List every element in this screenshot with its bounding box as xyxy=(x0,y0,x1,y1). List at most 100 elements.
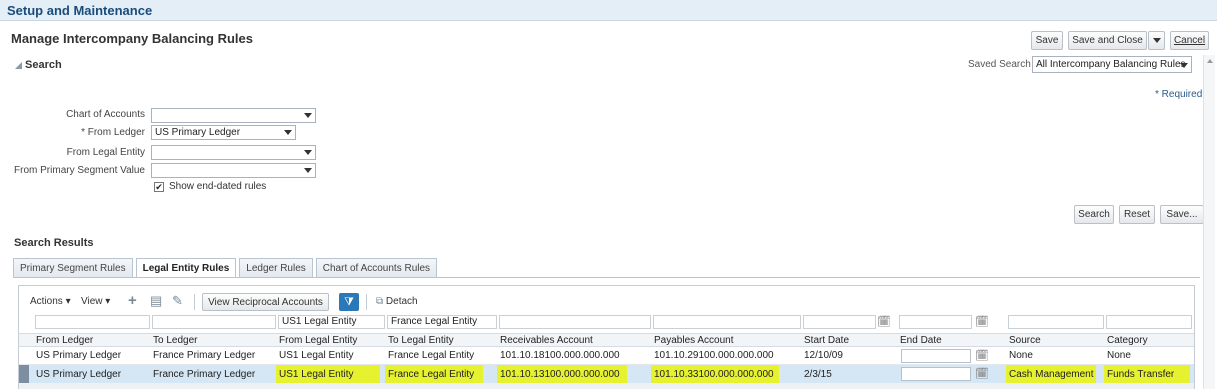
col-from-ledger[interactable]: From Ledger xyxy=(33,335,93,346)
search-section-toggle[interactable]: Search xyxy=(15,59,62,71)
table-row[interactable]: US Primary Ledger France Primary Ledger … xyxy=(19,347,1194,365)
view-menu[interactable]: View ▾ xyxy=(81,296,110,307)
cell-receivables-account: 101.10.13100.000.000.000 xyxy=(497,365,627,383)
from-ledger-select[interactable]: US Primary Ledger xyxy=(151,125,296,140)
col-start-date[interactable]: Start Date xyxy=(801,335,849,346)
chart-of-accounts-select[interactable] xyxy=(151,108,316,123)
from-legal-entity-select[interactable] xyxy=(151,145,316,160)
reset-button[interactable]: Reset xyxy=(1119,205,1155,224)
cell-start-date: 2/3/15 xyxy=(804,368,832,380)
filter-from-legal-entity[interactable]: US1 Legal Entity xyxy=(278,315,385,329)
detach-label: Detach xyxy=(385,296,418,307)
tab-ledger-rules[interactable]: Ledger Rules xyxy=(239,258,313,278)
edit-record-icon[interactable]: ▤ xyxy=(150,293,162,309)
show-end-dated-checkbox[interactable]: ✔ xyxy=(154,181,164,192)
save-options-dropdown[interactable] xyxy=(1148,31,1165,50)
cell-from-legal-entity: US1 Legal Entity xyxy=(279,350,354,361)
filter-payables[interactable] xyxy=(653,315,801,329)
col-category[interactable]: Category xyxy=(1104,335,1148,346)
filter-receivables[interactable] xyxy=(499,315,651,329)
toolbar-separator xyxy=(194,294,195,310)
add-icon[interactable]: + xyxy=(128,292,137,309)
chevron-down-icon xyxy=(1180,63,1188,68)
save-button[interactable]: Save xyxy=(1031,31,1063,50)
col-receivables-account[interactable]: Receivables Account xyxy=(497,335,593,346)
results-tabs: Primary Segment Rules Legal Entity Rules… xyxy=(13,258,438,278)
filter-from-ledger[interactable] xyxy=(35,315,150,329)
chart-of-accounts-label: Chart of Accounts xyxy=(66,109,145,120)
cell-category: None xyxy=(1107,350,1131,361)
chevron-down-icon xyxy=(304,168,312,173)
table-header: From Ledger To Ledger From Legal Entity … xyxy=(19,333,1194,347)
from-primary-segment-label: From Primary Segment Value xyxy=(14,165,145,176)
pencil-icon[interactable]: ✎ xyxy=(172,293,183,309)
saved-search-select[interactable]: All Intercompany Balancing Rules xyxy=(1032,56,1192,73)
calendar-icon[interactable]: 🗓 xyxy=(877,315,891,328)
end-date-input[interactable] xyxy=(901,349,971,363)
table-row-selected[interactable]: US Primary Ledger France Primary Ledger … xyxy=(19,365,1194,383)
col-to-legal-entity[interactable]: To Legal Entity xyxy=(385,335,454,346)
cell-payables-account: 101.10.29100.000.000.000 xyxy=(654,350,774,361)
cell-category: Funds Transfer xyxy=(1104,365,1190,383)
calendar-icon[interactable]: 🗓 xyxy=(975,367,989,380)
calendar-icon[interactable]: 🗓 xyxy=(975,315,989,328)
show-end-dated-row: ✔ Show end-dated rules xyxy=(154,181,266,192)
detach-icon: ⧉ xyxy=(376,296,384,307)
from-legal-entity-label: From Legal Entity xyxy=(66,147,145,158)
actions-menu[interactable]: Actions ▾ xyxy=(30,296,71,307)
col-from-legal-entity[interactable]: From Legal Entity xyxy=(276,335,357,346)
col-end-date[interactable]: End Date xyxy=(897,335,942,346)
filter-to-ledger[interactable] xyxy=(152,315,276,329)
filter-start-date[interactable] xyxy=(803,315,876,329)
search-section-label: Search xyxy=(25,59,62,71)
query-by-example-icon[interactable]: ⧩ xyxy=(339,293,359,311)
chevron-down-icon xyxy=(304,113,312,118)
chevron-down-icon xyxy=(304,150,312,155)
col-source[interactable]: Source xyxy=(1006,335,1041,346)
toolbar-separator xyxy=(366,294,367,310)
from-ledger-label: * From Ledger xyxy=(81,127,145,138)
col-payables-account[interactable]: Payables Account xyxy=(651,335,734,346)
end-date-input[interactable] xyxy=(901,367,971,381)
tab-chart-of-accounts-rules[interactable]: Chart of Accounts Rules xyxy=(315,258,438,278)
tab-divider xyxy=(13,277,1200,278)
view-reciprocal-accounts-button[interactable]: View Reciprocal Accounts xyxy=(202,293,329,311)
cell-payables-account: 101.10.33100.000.000.000 xyxy=(651,365,779,383)
cancel-button[interactable]: Cancel xyxy=(1170,31,1209,50)
app-title: Setup and Maintenance xyxy=(7,3,153,18)
cell-from-ledger: US Primary Ledger xyxy=(36,350,122,361)
from-primary-segment-select[interactable] xyxy=(151,163,316,178)
cell-to-ledger: France Primary Ledger xyxy=(153,368,256,380)
horizontal-scrollbar[interactable] xyxy=(19,383,1194,389)
cell-to-legal-entity: France Legal Entity xyxy=(385,365,483,383)
cancel-label: Cancel xyxy=(1173,35,1206,46)
search-results-header: Search Results xyxy=(14,237,94,249)
search-button[interactable]: Search xyxy=(1074,205,1114,224)
tab-primary-segment-rules[interactable]: Primary Segment Rules xyxy=(13,258,133,278)
row-selection-marker xyxy=(19,365,29,383)
col-to-ledger[interactable]: To Ledger xyxy=(150,335,197,346)
cell-source: None xyxy=(1009,350,1033,361)
chevron-down-icon xyxy=(1153,38,1161,43)
filter-to-legal-entity[interactable]: France Legal Entity xyxy=(387,315,497,329)
tab-legal-entity-rules[interactable]: Legal Entity Rules xyxy=(135,258,237,278)
cell-to-legal-entity: France Legal Entity xyxy=(388,350,475,361)
saved-search-value: All Intercompany Balancing Rules xyxy=(1036,59,1186,70)
detach-button[interactable]: ⧉ Detach xyxy=(376,296,418,307)
show-end-dated-label: Show end-dated rules xyxy=(169,181,267,192)
filter-end-date[interactable] xyxy=(899,315,972,329)
required-note: * Required xyxy=(1155,89,1203,100)
calendar-icon[interactable]: 🗓 xyxy=(975,349,989,362)
from-ledger-value: US Primary Ledger xyxy=(155,127,241,138)
filter-source[interactable] xyxy=(1008,315,1104,329)
scroll-up-icon[interactable] xyxy=(1207,59,1213,63)
save-search-button[interactable]: Save... xyxy=(1160,205,1204,224)
cell-from-legal-entity: US1 Legal Entity xyxy=(276,365,380,383)
filter-category[interactable] xyxy=(1106,315,1192,329)
cell-receivables-account: 101.10.18100.000.000.000 xyxy=(500,350,620,361)
view-menu-label: View xyxy=(81,296,103,307)
cell-from-ledger: US Primary Ledger xyxy=(36,368,122,380)
save-and-close-button[interactable]: Save and Close xyxy=(1068,31,1147,50)
cell-source: Cash Management xyxy=(1006,365,1096,383)
vertical-scrollbar[interactable] xyxy=(1203,55,1215,389)
